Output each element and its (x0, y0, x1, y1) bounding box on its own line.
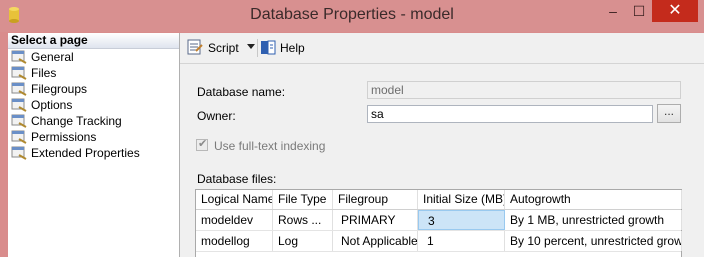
column-header[interactable]: Initial Size (MB) (418, 190, 505, 209)
properties-icon (11, 98, 27, 112)
properties-icon (11, 66, 27, 80)
page-item-files[interactable]: Files (8, 65, 179, 81)
help-button[interactable]: Help (280, 40, 305, 56)
properties-icon (11, 82, 27, 96)
select-page-header: Select a page (8, 33, 179, 49)
column-header[interactable]: Autogrowth (505, 190, 682, 209)
logical-name-cell[interactable]: modeldev (196, 210, 273, 230)
grid-header: Logical Name File Type Filegroup Initial… (196, 190, 682, 210)
owner-label: Owner: (197, 109, 236, 123)
script-button[interactable]: Script (208, 40, 239, 56)
page-item-general[interactable]: General (8, 49, 179, 65)
page-selector: Select a page General Files Filegroups O… (8, 33, 180, 257)
column-header[interactable]: File Type (273, 190, 333, 209)
chevron-down-icon[interactable] (247, 44, 255, 49)
minimize-button[interactable]: ‒ (598, 0, 628, 22)
owner-field[interactable]: sa (367, 105, 653, 123)
column-header[interactable]: Filegroup (333, 190, 418, 209)
properties-icon (11, 130, 27, 144)
database-files-grid: Logical Name File Type Filegroup Initial… (195, 189, 682, 257)
page-item-label: Options (31, 98, 73, 112)
toolbar: Script Help (180, 33, 704, 64)
script-icon[interactable] (186, 39, 204, 55)
page-item-label: General (31, 50, 74, 64)
page-item-change-tracking[interactable]: Change Tracking (8, 113, 179, 129)
initial-size-cell[interactable]: 1 (418, 231, 505, 251)
maximize-button[interactable]: ☐ (626, 0, 652, 22)
properties-icon (11, 50, 27, 64)
database-files-label: Database files: (197, 172, 277, 186)
file-type-cell[interactable]: Log (273, 231, 333, 251)
page-item-permissions[interactable]: Permissions (8, 129, 179, 145)
toolbar-divider (257, 39, 258, 57)
page-item-extended-properties[interactable]: Extended Properties (8, 145, 179, 161)
file-type-cell[interactable]: Rows ... (273, 210, 333, 230)
page-item-options[interactable]: Options (8, 97, 179, 113)
checkmark-icon: ✔ (198, 138, 208, 150)
table-row[interactable]: modellog Log Not Applicable 1 By 10 perc… (196, 231, 682, 252)
database-name-label: Database name: (197, 85, 286, 99)
initial-size-cell[interactable]: 3 (418, 210, 505, 230)
database-name-field: model (367, 81, 681, 99)
page-item-filegroups[interactable]: Filegroups (8, 81, 179, 97)
fulltext-label: Use full-text indexing (214, 139, 326, 153)
autogrowth-cell[interactable]: By 10 percent, unrestricted growth (505, 231, 682, 251)
properties-icon (11, 114, 27, 128)
fulltext-checkbox[interactable]: ✔ (196, 138, 208, 151)
page-item-label: Files (31, 66, 57, 80)
column-header[interactable]: Logical Name (196, 190, 273, 209)
properties-panel: Script Help Database name: model Owner: … (180, 33, 704, 257)
filegroup-cell[interactable]: Not Applicable (333, 231, 418, 251)
page-item-label: Change Tracking (31, 114, 122, 128)
table-row[interactable]: modeldev Rows ... PRIMARY 3 By 1 MB, unr… (196, 210, 682, 231)
help-icon[interactable] (260, 39, 276, 56)
browse-owner-button[interactable]: ... (657, 104, 681, 123)
title-bar: Database Properties - model ‒ ☐ ✕ (0, 0, 704, 32)
page-item-label: Permissions (31, 130, 97, 144)
autogrowth-cell[interactable]: By 1 MB, unrestricted growth (505, 210, 682, 230)
filegroup-cell[interactable]: PRIMARY (333, 210, 418, 230)
page-item-label: Extended Properties (31, 146, 140, 160)
page-item-label: Filegroups (31, 82, 88, 96)
properties-icon (11, 146, 27, 160)
close-button[interactable]: ✕ (652, 0, 698, 22)
logical-name-cell[interactable]: modellog (196, 231, 273, 251)
